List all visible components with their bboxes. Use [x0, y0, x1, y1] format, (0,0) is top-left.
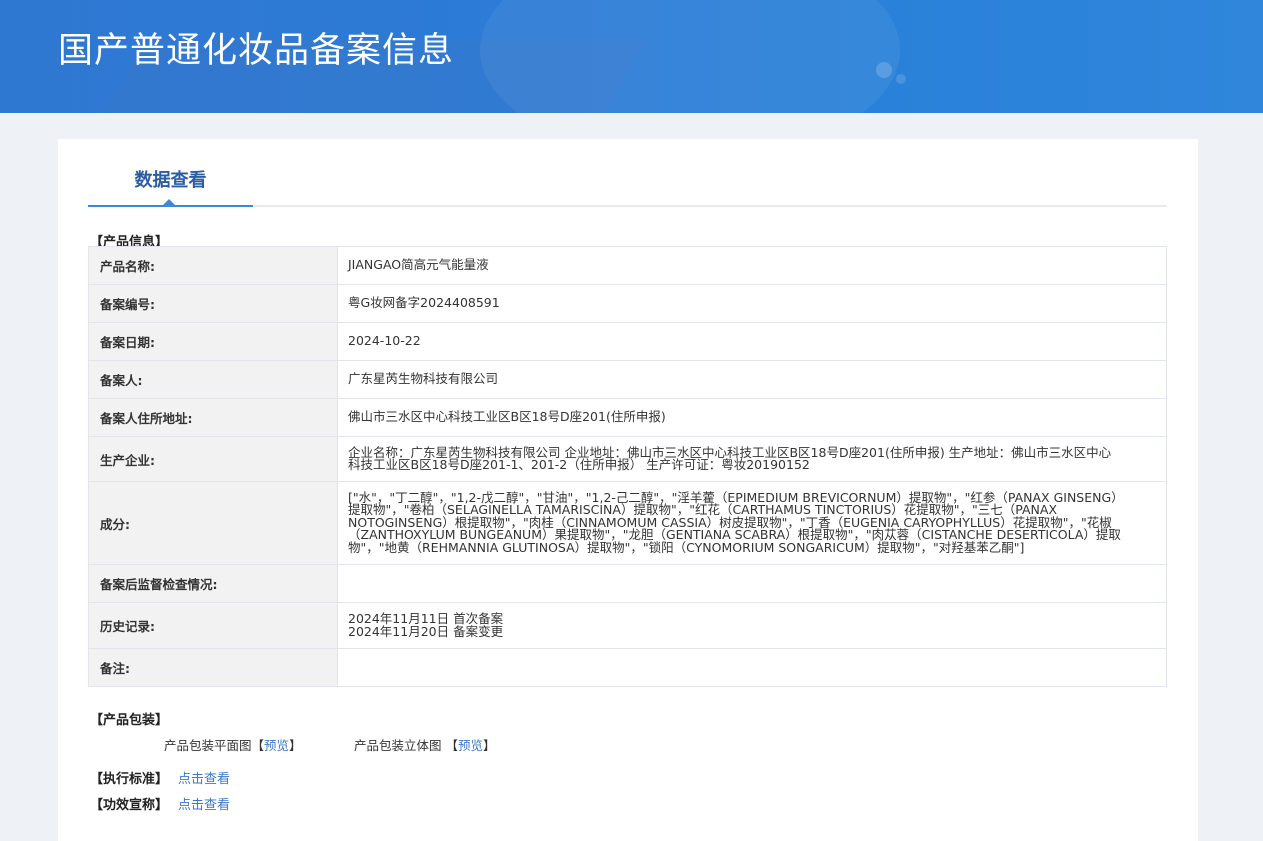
tab-data-view[interactable]: 数据查看: [88, 139, 253, 207]
row-value: [337, 564, 1167, 603]
packaging-flat: 产品包装平面图【预览】: [164, 735, 302, 754]
efficacy-row: 【功效宣称】 点击查看: [90, 794, 230, 813]
table-row: 产品名称: JIANGAO简高元气能量液: [88, 246, 1167, 285]
row-key: 备案编号:: [88, 284, 338, 323]
section-title-efficacy: 【功效宣称】: [90, 798, 169, 813]
packaging-solid-label: 产品包装立体图: [354, 738, 442, 753]
preview-flat-link[interactable]: 预览: [264, 738, 289, 753]
table-row: 备案后监督检查情况:: [88, 564, 1167, 603]
bracket-open: 【: [445, 738, 459, 753]
tab-label: 数据查看: [134, 170, 207, 191]
value-line: 科技工业区B区18号D座201-1、201-2（住所申报） 生产许可证：粤妆20…: [348, 457, 810, 472]
preview-solid-link[interactable]: 预览: [458, 738, 483, 753]
packaging-solid: 产品包装立体图 【预览】: [354, 735, 496, 754]
section-title-packaging: 【产品包装】: [90, 713, 169, 728]
row-key: 备案后监督检查情况:: [88, 564, 338, 603]
bracket-open: 【: [251, 738, 265, 753]
row-value: 企业名称：广东星芮生物科技有限公司 企业地址：佛山市三水区中心科技工业区B区18…: [337, 436, 1167, 482]
table-row: 备案日期: 2024-10-22: [88, 322, 1167, 361]
table-row: 生产企业: 企业名称：广东星芮生物科技有限公司 企业地址：佛山市三水区中心科技工…: [88, 436, 1167, 482]
table-row: 备案编号: 粤G妆网备字2024408591: [88, 284, 1167, 323]
row-key: 备注:: [88, 648, 338, 687]
value-line: 物"，"地黄（REHMANNIA GLUTINOSA）提取物"，"锁阳（CYNO…: [348, 539, 1025, 555]
banner-decoration: [480, 0, 900, 113]
header-banner: 国产普通化妆品备案信息: [0, 0, 1263, 113]
tab-bar: 数据查看: [88, 139, 1167, 207]
table-row: 历史记录: 2024年11月11日 首次备案 2024年11月20日 备案变更: [88, 602, 1167, 649]
row-key: 备案人住所地址:: [88, 398, 338, 437]
row-key: 备案日期:: [88, 322, 338, 361]
banner-decoration: [876, 62, 892, 78]
row-key: 成分:: [88, 481, 338, 565]
table-row: 备注:: [88, 648, 1167, 687]
tab-caret-icon: [163, 199, 175, 205]
row-key: 生产企业:: [88, 436, 338, 482]
table-row: 备案人: 广东星芮生物科技有限公司: [88, 360, 1167, 399]
standard-view-link[interactable]: 点击查看: [178, 772, 230, 787]
row-value: 佛山市三水区中心科技工业区B区18号D座201(住所申报): [337, 398, 1167, 437]
row-value: 2024年11月11日 首次备案 2024年11月20日 备案变更: [337, 602, 1167, 649]
row-value: 广东星芮生物科技有限公司: [337, 360, 1167, 399]
row-key: 历史记录:: [88, 602, 338, 649]
row-value: JIANGAO简高元气能量液: [337, 246, 1167, 285]
bracket-close: 】: [483, 738, 496, 753]
content-card: 数据查看 【产品信息】 产品名称: JIANGAO简高元气能量液 备案编号: 粤…: [58, 139, 1198, 841]
section-title-standard: 【执行标准】: [90, 772, 169, 787]
tab-active-underline: [88, 205, 253, 207]
bracket-close: 】: [289, 738, 302, 753]
table-row: 成分: ["水"，"丁二醇"，"1,2-戊二醇"，"甘油"，"1,2-己二醇"，…: [88, 481, 1167, 565]
value-line: 2024年11月20日 备案变更: [348, 623, 504, 639]
row-key: 备案人:: [88, 360, 338, 399]
packaging-flat-label: 产品包装平面图: [164, 738, 252, 753]
product-info-table: 产品名称: JIANGAO简高元气能量液 备案编号: 粤G妆网备字2024408…: [88, 246, 1167, 687]
page-title: 国产普通化妆品备案信息: [58, 31, 455, 71]
row-value: ["水"，"丁二醇"，"1,2-戊二醇"，"甘油"，"1,2-己二醇"，"淫羊藿…: [337, 481, 1167, 565]
row-value: 粤G妆网备字2024408591: [337, 284, 1167, 323]
efficacy-view-link[interactable]: 点击查看: [178, 798, 230, 813]
row-value: 2024-10-22: [337, 322, 1167, 361]
banner-decoration: [896, 74, 906, 84]
standard-row: 【执行标准】 点击查看: [90, 768, 230, 787]
row-key: 产品名称:: [88, 246, 338, 285]
table-row: 备案人住所地址: 佛山市三水区中心科技工业区B区18号D座201(住所申报): [88, 398, 1167, 437]
row-value: [337, 648, 1167, 687]
